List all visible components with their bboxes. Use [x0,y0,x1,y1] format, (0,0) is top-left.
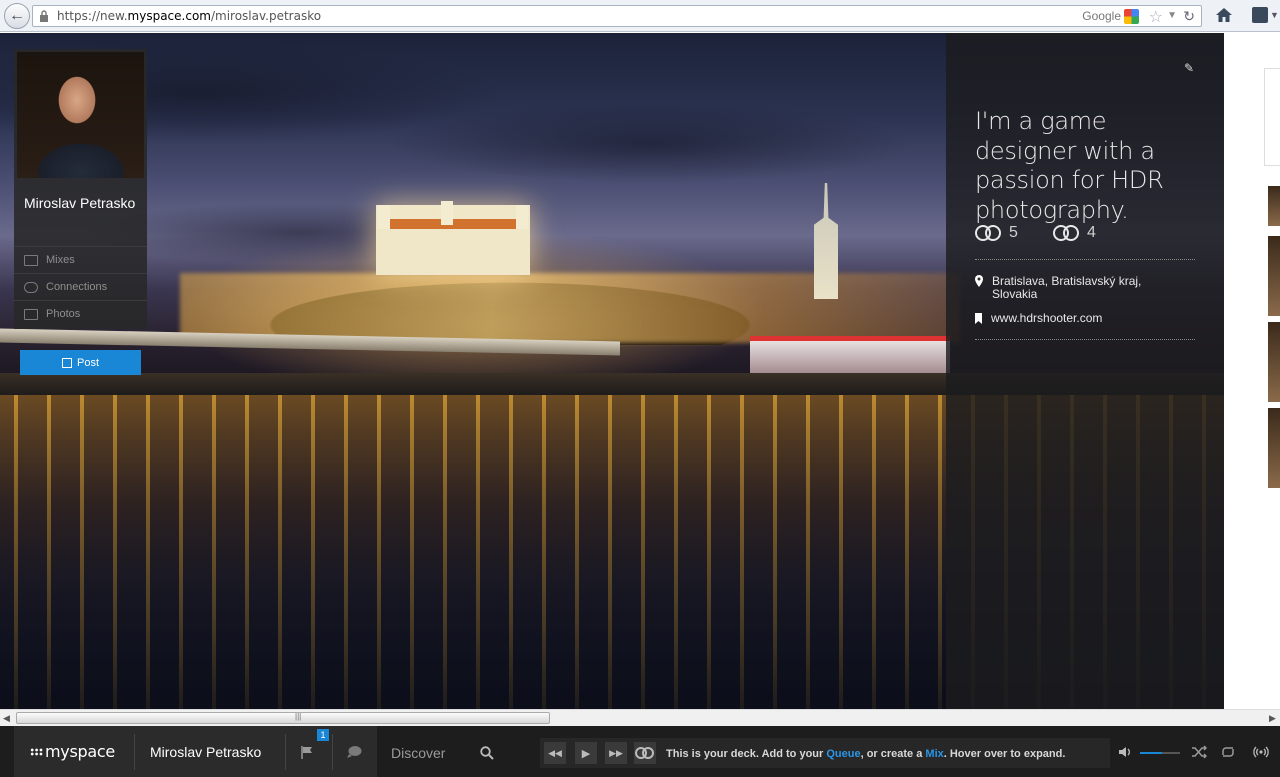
deck-message-text: . Hover over to expand. [943,748,1066,760]
side-thumbnail[interactable] [1268,236,1280,316]
deck-separator [332,734,333,770]
location-pin-icon [975,275,983,287]
profile-bio: I'm a game designer with a passion for H… [975,107,1164,224]
compose-icon [61,357,72,368]
logo-text: myspace [45,742,115,761]
volume-slider[interactable] [1140,752,1180,754]
reload-icon[interactable]: ↻ [1183,8,1195,25]
connected-icon [1053,225,1081,241]
castle-tower [441,201,453,225]
shuffle-icon[interactable] [1191,745,1207,759]
play-button[interactable]: ▶ [575,742,597,764]
edit-pencil-icon[interactable]: ✎ [1184,61,1196,75]
scrollbar-thumb[interactable]: ||| [16,712,550,724]
rewind-icon: ◀◀ [548,747,562,758]
connected-count: 4 [1087,224,1096,241]
website-link[interactable]: www.hdrshooter.com [991,312,1102,325]
divider [975,259,1195,260]
profile-info-panel: ✎ I'm a game designer with a passion for… [946,33,1224,709]
profile-card: Miroslav Petrasko Mixes Connections Phot… [14,49,147,329]
notification-badge: 1 [317,729,329,741]
grip-icon: ||| [295,712,302,721]
rewind-button[interactable]: ◀◀ [544,742,566,764]
side-thumbnail[interactable] [1268,322,1280,402]
mixes-icon [24,254,38,266]
extension-dropdown-icon[interactable]: ▼ [1270,10,1279,20]
extension-icon[interactable] [1252,7,1268,23]
scroll-left-icon[interactable]: ◀ [3,713,10,724]
scroll-right-icon[interactable]: ▶ [1269,713,1276,724]
mix-button[interactable] [634,742,656,764]
chat-icon[interactable] [346,745,362,759]
location-row: Bratislava, Bratislavský kraj, Slovakia [975,275,1175,301]
connections-count: 5 [1009,224,1018,241]
logo-dots-icon [30,748,43,756]
volume-fill [1140,752,1162,754]
deck-separator [134,734,135,770]
search-engine-label: Google [1082,9,1121,23]
search-icon[interactable] [480,746,494,760]
side-thumbnail[interactable] [1268,186,1280,226]
deck-user-name[interactable]: Miroslav Petrasko [150,744,261,760]
deck-message: This is your deck. Add to your Queue, or… [666,748,1065,760]
forward-icon: ▶▶ [609,747,623,758]
deck-message-text: This is your deck. Add to your [666,748,827,760]
connections-icon [24,281,38,293]
forward-button[interactable]: ▶▶ [605,742,627,764]
post-button-label: Post [76,356,99,369]
bookmark-icon [975,313,982,324]
profile-name[interactable]: Miroslav Petrasko [24,194,142,212]
radio-broadcast-icon[interactable] [1253,744,1269,760]
post-button[interactable]: Post [20,350,141,375]
nav-item-label: Photos [46,308,81,320]
mix-link[interactable]: Mix [925,748,943,760]
deck-separator [285,734,286,770]
castle-roof [386,219,522,229]
castle [376,205,530,275]
google-icon[interactable] [1124,9,1139,24]
side-thumbnail[interactable] [1268,408,1280,488]
castle-tower [516,205,528,229]
volume-icon[interactable] [1118,745,1132,759]
back-arrow-icon: ← [9,7,25,24]
myspace-logo[interactable]: myspace [30,742,115,761]
nav-item-mixes[interactable]: Mixes [14,247,147,273]
connections-icon [635,747,655,759]
nav-item-photos[interactable]: Photos [14,301,147,327]
photos-icon [24,308,38,320]
connections-stat[interactable]: 5 [975,224,1018,242]
city-lights [180,273,960,343]
nav-item-connections[interactable]: Connections [14,274,147,300]
nav-item-label: Mixes [46,254,75,266]
browser-toolbar: ← https://new.myspace.com/miroslav.petra… [0,0,1280,32]
divider [975,339,1195,340]
url-text: https://new.myspace.com/miroslav.petrask… [57,9,322,23]
horizontal-scrollbar[interactable]: ◀ ||| ▶ [0,709,1280,726]
home-icon[interactable] [1215,6,1233,24]
location-text: Bratislava, Bratislavský kraj, Slovakia [992,274,1142,301]
deck-message-text: , or create a [860,748,926,760]
side-panel-box[interactable] [1264,68,1280,166]
castle-tower [378,205,390,229]
discover-link[interactable]: Discover [391,745,445,761]
deck-bar: myspace Miroslav Petrasko 1 Discover ◀◀ … [0,726,1280,777]
notifications-flag-icon[interactable] [300,745,314,759]
play-icon: ▶ [581,747,591,760]
url-dropdown-icon[interactable]: ▼ [1167,10,1177,21]
connections-icon [975,225,1003,241]
bookmark-star-icon[interactable]: ☆ [1149,7,1163,27]
avatar[interactable] [17,52,144,178]
repeat-icon[interactable] [1220,745,1236,759]
website-row[interactable]: www.hdrshooter.com [975,312,1102,325]
lock-icon [40,10,48,22]
connected-stat[interactable]: 4 [1053,224,1096,242]
back-button[interactable]: ← [4,3,30,29]
queue-link[interactable]: Queue [826,748,860,760]
nav-item-label: Connections [46,281,108,293]
address-bar[interactable]: https://new.myspace.com/miroslav.petrask… [32,5,1202,27]
